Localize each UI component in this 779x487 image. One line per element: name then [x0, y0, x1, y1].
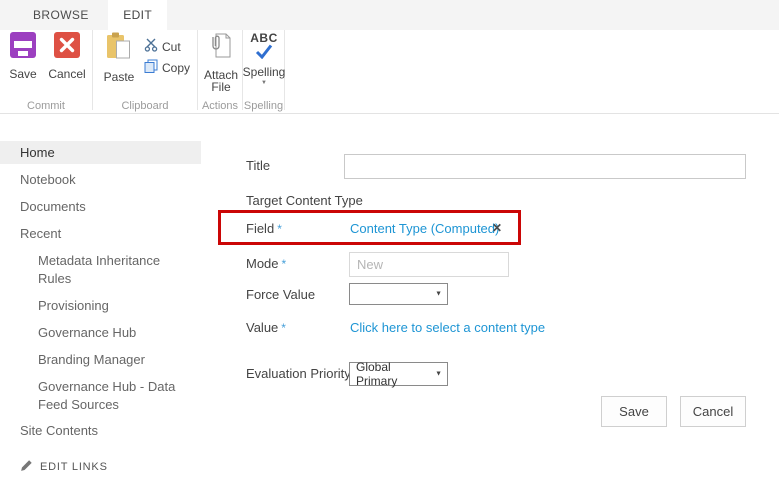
mode-required-marker: *	[282, 257, 287, 271]
evaluation-priority-selected-option: Global Primary	[356, 360, 429, 388]
ribbon-group-commit: Save Cancel Commit	[0, 30, 93, 110]
chevron-down-icon: ▼	[435, 291, 442, 298]
force-value-select[interactable]: ▼	[349, 283, 448, 305]
pencil-icon	[20, 459, 33, 475]
value-required-marker: *	[281, 321, 286, 335]
save-icon	[10, 32, 36, 63]
sidebar-item-recent[interactable]: Recent	[0, 225, 201, 243]
chevron-down-icon: ▼	[435, 371, 442, 378]
title-label: Title	[246, 158, 270, 173]
field-required-marker: *	[277, 222, 282, 236]
page: BROWSE EDIT Save	[0, 0, 779, 487]
clipboard-group-label: Clipboard	[93, 100, 197, 112]
ribbon-group-actions: Attach File Actions	[198, 30, 243, 110]
edit-links-label: EDIT LINKS	[40, 461, 108, 473]
title-input[interactable]	[344, 154, 746, 179]
sidebar-item-home[interactable]: Home	[0, 141, 201, 164]
cancel-button-label: Cancel	[48, 68, 85, 80]
spelling-button[interactable]: ABC Spelling ▼	[247, 32, 281, 86]
tab-edit[interactable]: EDIT	[108, 0, 167, 30]
sidebar-item-metadata-inheritance-rules[interactable]: Metadata Inheritance Rules	[0, 252, 190, 288]
spelling-dropdown-caret-icon: ▼	[261, 80, 267, 86]
spelling-group-label: Spelling	[243, 100, 284, 112]
mode-input[interactable]	[349, 252, 509, 277]
sidebar-item-site-contents[interactable]: Site Contents	[0, 422, 201, 440]
force-value-label: Force Value	[246, 287, 315, 302]
sidebar-item-documents[interactable]: Documents	[0, 198, 201, 216]
spelling-check-icon	[255, 44, 273, 64]
form-save-button[interactable]: Save	[601, 396, 667, 427]
tab-browse[interactable]: BROWSE	[18, 0, 104, 30]
ribbon-group-spelling: ABC Spelling ▼ Spelling	[243, 30, 285, 110]
paste-button-label: Paste	[104, 71, 135, 83]
save-button[interactable]: Save	[6, 32, 40, 80]
copy-button-label: Copy	[162, 61, 190, 75]
sidebar-item-governance-hub-data-feed-sources[interactable]: Governance Hub - Data Feed Sources	[0, 378, 198, 414]
spelling-button-label: Spelling	[243, 66, 286, 78]
copy-button[interactable]: Copy	[144, 59, 190, 76]
target-content-type-label: Target Content Type	[246, 193, 363, 208]
sidebar-item-governance-hub[interactable]: Governance Hub	[0, 324, 195, 342]
field-value-link[interactable]: Content Type (Computed)	[350, 221, 499, 236]
cut-button-label: Cut	[162, 40, 181, 54]
ribbon-group-clipboard: Paste Cut C	[93, 30, 198, 110]
save-button-label: Save	[9, 68, 36, 80]
actions-group-label: Actions	[198, 100, 242, 112]
commit-group-label: Commit	[0, 100, 92, 112]
ribbon: Save Cancel Commit	[0, 30, 779, 114]
attach-file-button-label: Attach File	[204, 69, 238, 93]
copy-icon	[144, 59, 158, 76]
ribbon-tab-strip: BROWSE EDIT	[0, 0, 779, 30]
paste-button[interactable]: Paste	[101, 32, 137, 83]
sidebar-item-notebook[interactable]: Notebook	[0, 171, 201, 189]
sidebar-item-provisioning[interactable]: Provisioning	[0, 297, 195, 315]
evaluation-priority-select[interactable]: Global Primary ▼	[349, 362, 448, 386]
value-label: Value*	[246, 320, 286, 335]
evaluation-priority-label: Evaluation Priority*	[246, 366, 358, 381]
cut-icon	[144, 38, 158, 55]
mode-label: Mode*	[246, 256, 286, 271]
cancel-button[interactable]: Cancel	[47, 32, 87, 80]
edit-links-button[interactable]: EDIT LINKS	[20, 459, 108, 475]
value-select-link[interactable]: Click here to select a content type	[350, 320, 545, 335]
sidebar-item-branding-manager[interactable]: Branding Manager	[0, 351, 195, 369]
paste-icon	[105, 32, 133, 66]
spelling-abc-text: ABC	[250, 32, 278, 44]
cut-button[interactable]: Cut	[144, 38, 181, 55]
attach-file-button[interactable]: Attach File	[203, 32, 239, 93]
form-cancel-button[interactable]: Cancel	[680, 396, 746, 427]
attach-file-icon	[209, 32, 233, 64]
field-remove-icon[interactable]: ✕	[492, 221, 502, 235]
cancel-icon	[54, 32, 80, 63]
field-label: Field*	[246, 221, 282, 236]
